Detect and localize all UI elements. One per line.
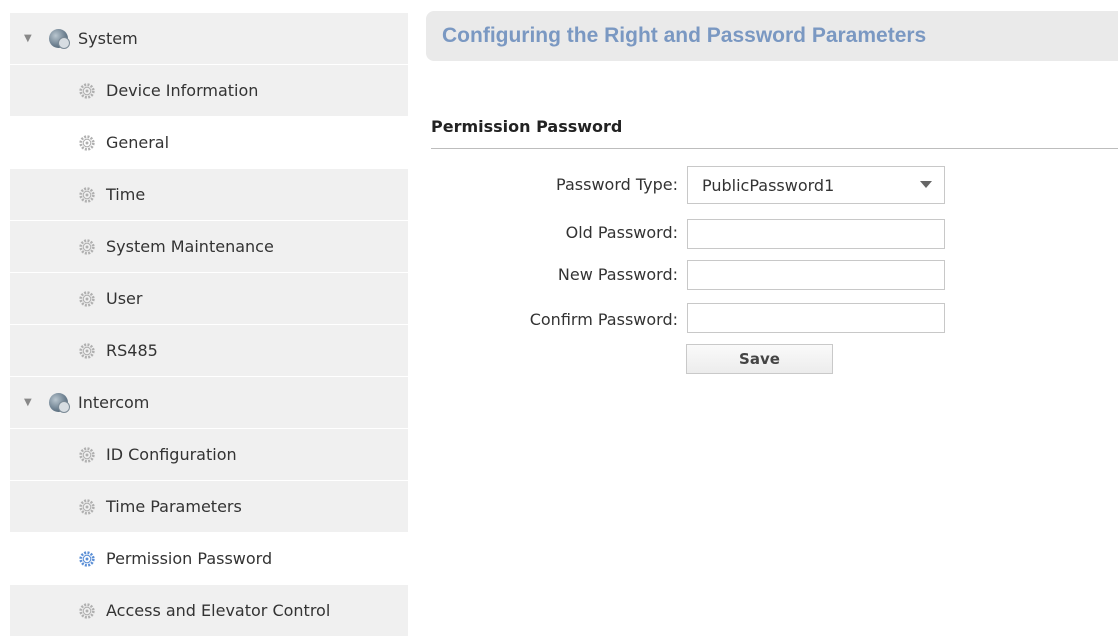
sidebar-group-system[interactable]: ▼ System: [10, 13, 408, 65]
sidebar-item-label: General: [106, 133, 170, 152]
gear-icon: [79, 290, 95, 307]
section-title: Permission Password: [431, 117, 623, 136]
sidebar-nav: ▼ System Device Information General Time…: [10, 13, 408, 637]
page-title: Configuring the Right and Password Param…: [442, 24, 927, 47]
sidebar-item-permission-password[interactable]: Permission Password: [10, 533, 408, 585]
sidebar-item-user[interactable]: User: [10, 273, 408, 325]
sidebar-group-intercom[interactable]: ▼ Intercom: [10, 377, 408, 429]
sidebar-group-label: Intercom: [78, 393, 150, 412]
sidebar-item-label: ID Configuration: [106, 445, 237, 464]
gear-icon: [79, 238, 95, 255]
sidebar-item-label: Device Information: [106, 81, 259, 100]
password-type-select[interactable]: PublicPassword1: [687, 166, 945, 204]
new-password-field[interactable]: [687, 260, 945, 290]
sidebar-item-label: Time Parameters: [106, 497, 242, 516]
password-type-label: Password Type:: [556, 175, 678, 194]
section-divider: [431, 148, 1118, 149]
sidebar-item-general[interactable]: General: [10, 117, 408, 169]
gear-icon: [79, 602, 95, 619]
sidebar-group-label: System: [78, 29, 138, 48]
confirm-password-label: Confirm Password:: [529, 310, 678, 329]
password-type-value: PublicPassword1: [702, 175, 835, 195]
sidebar-item-rs485[interactable]: RS485: [10, 325, 408, 377]
gear-icon: [79, 498, 95, 515]
old-password-field[interactable]: [687, 219, 945, 249]
old-password-label: Old Password:: [565, 223, 678, 242]
gear-icon: [79, 134, 95, 151]
sidebar-item-time-parameters[interactable]: Time Parameters: [10, 481, 408, 533]
sidebar-item-device-information[interactable]: Device Information: [10, 65, 408, 117]
new-password-label: New Password:: [557, 265, 678, 284]
gear-icon: [79, 82, 95, 99]
sidebar-item-id-configuration[interactable]: ID Configuration: [10, 429, 408, 481]
gear-icon: [79, 342, 95, 359]
sidebar-item-label: Access and Elevator Control: [106, 601, 331, 620]
globe-gear-icon: [49, 393, 70, 413]
sidebar-item-access-and-elevator-control[interactable]: Access and Elevator Control: [10, 585, 408, 637]
caret-down-icon[interactable]: ▼: [24, 397, 34, 408]
sidebar-item-label: Time: [106, 185, 146, 204]
sidebar-item-label: System Maintenance: [106, 237, 274, 256]
caret-down-icon[interactable]: ▼: [24, 33, 34, 44]
globe-gear-icon: [49, 29, 70, 49]
page-header: Configuring the Right and Password Param…: [426, 11, 1118, 61]
sidebar-item-system-maintenance[interactable]: System Maintenance: [10, 221, 408, 273]
gear-icon: [79, 446, 95, 463]
sidebar-item-time[interactable]: Time: [10, 169, 408, 221]
gear-icon: [79, 550, 95, 567]
save-button[interactable]: Save: [686, 344, 833, 374]
gear-icon: [79, 186, 95, 203]
sidebar-item-label: Permission Password: [106, 549, 273, 568]
sidebar-item-label: RS485: [106, 341, 158, 360]
confirm-password-field[interactable]: [687, 303, 945, 333]
sidebar-item-label: User: [106, 289, 143, 308]
chevron-down-icon: [920, 181, 932, 188]
